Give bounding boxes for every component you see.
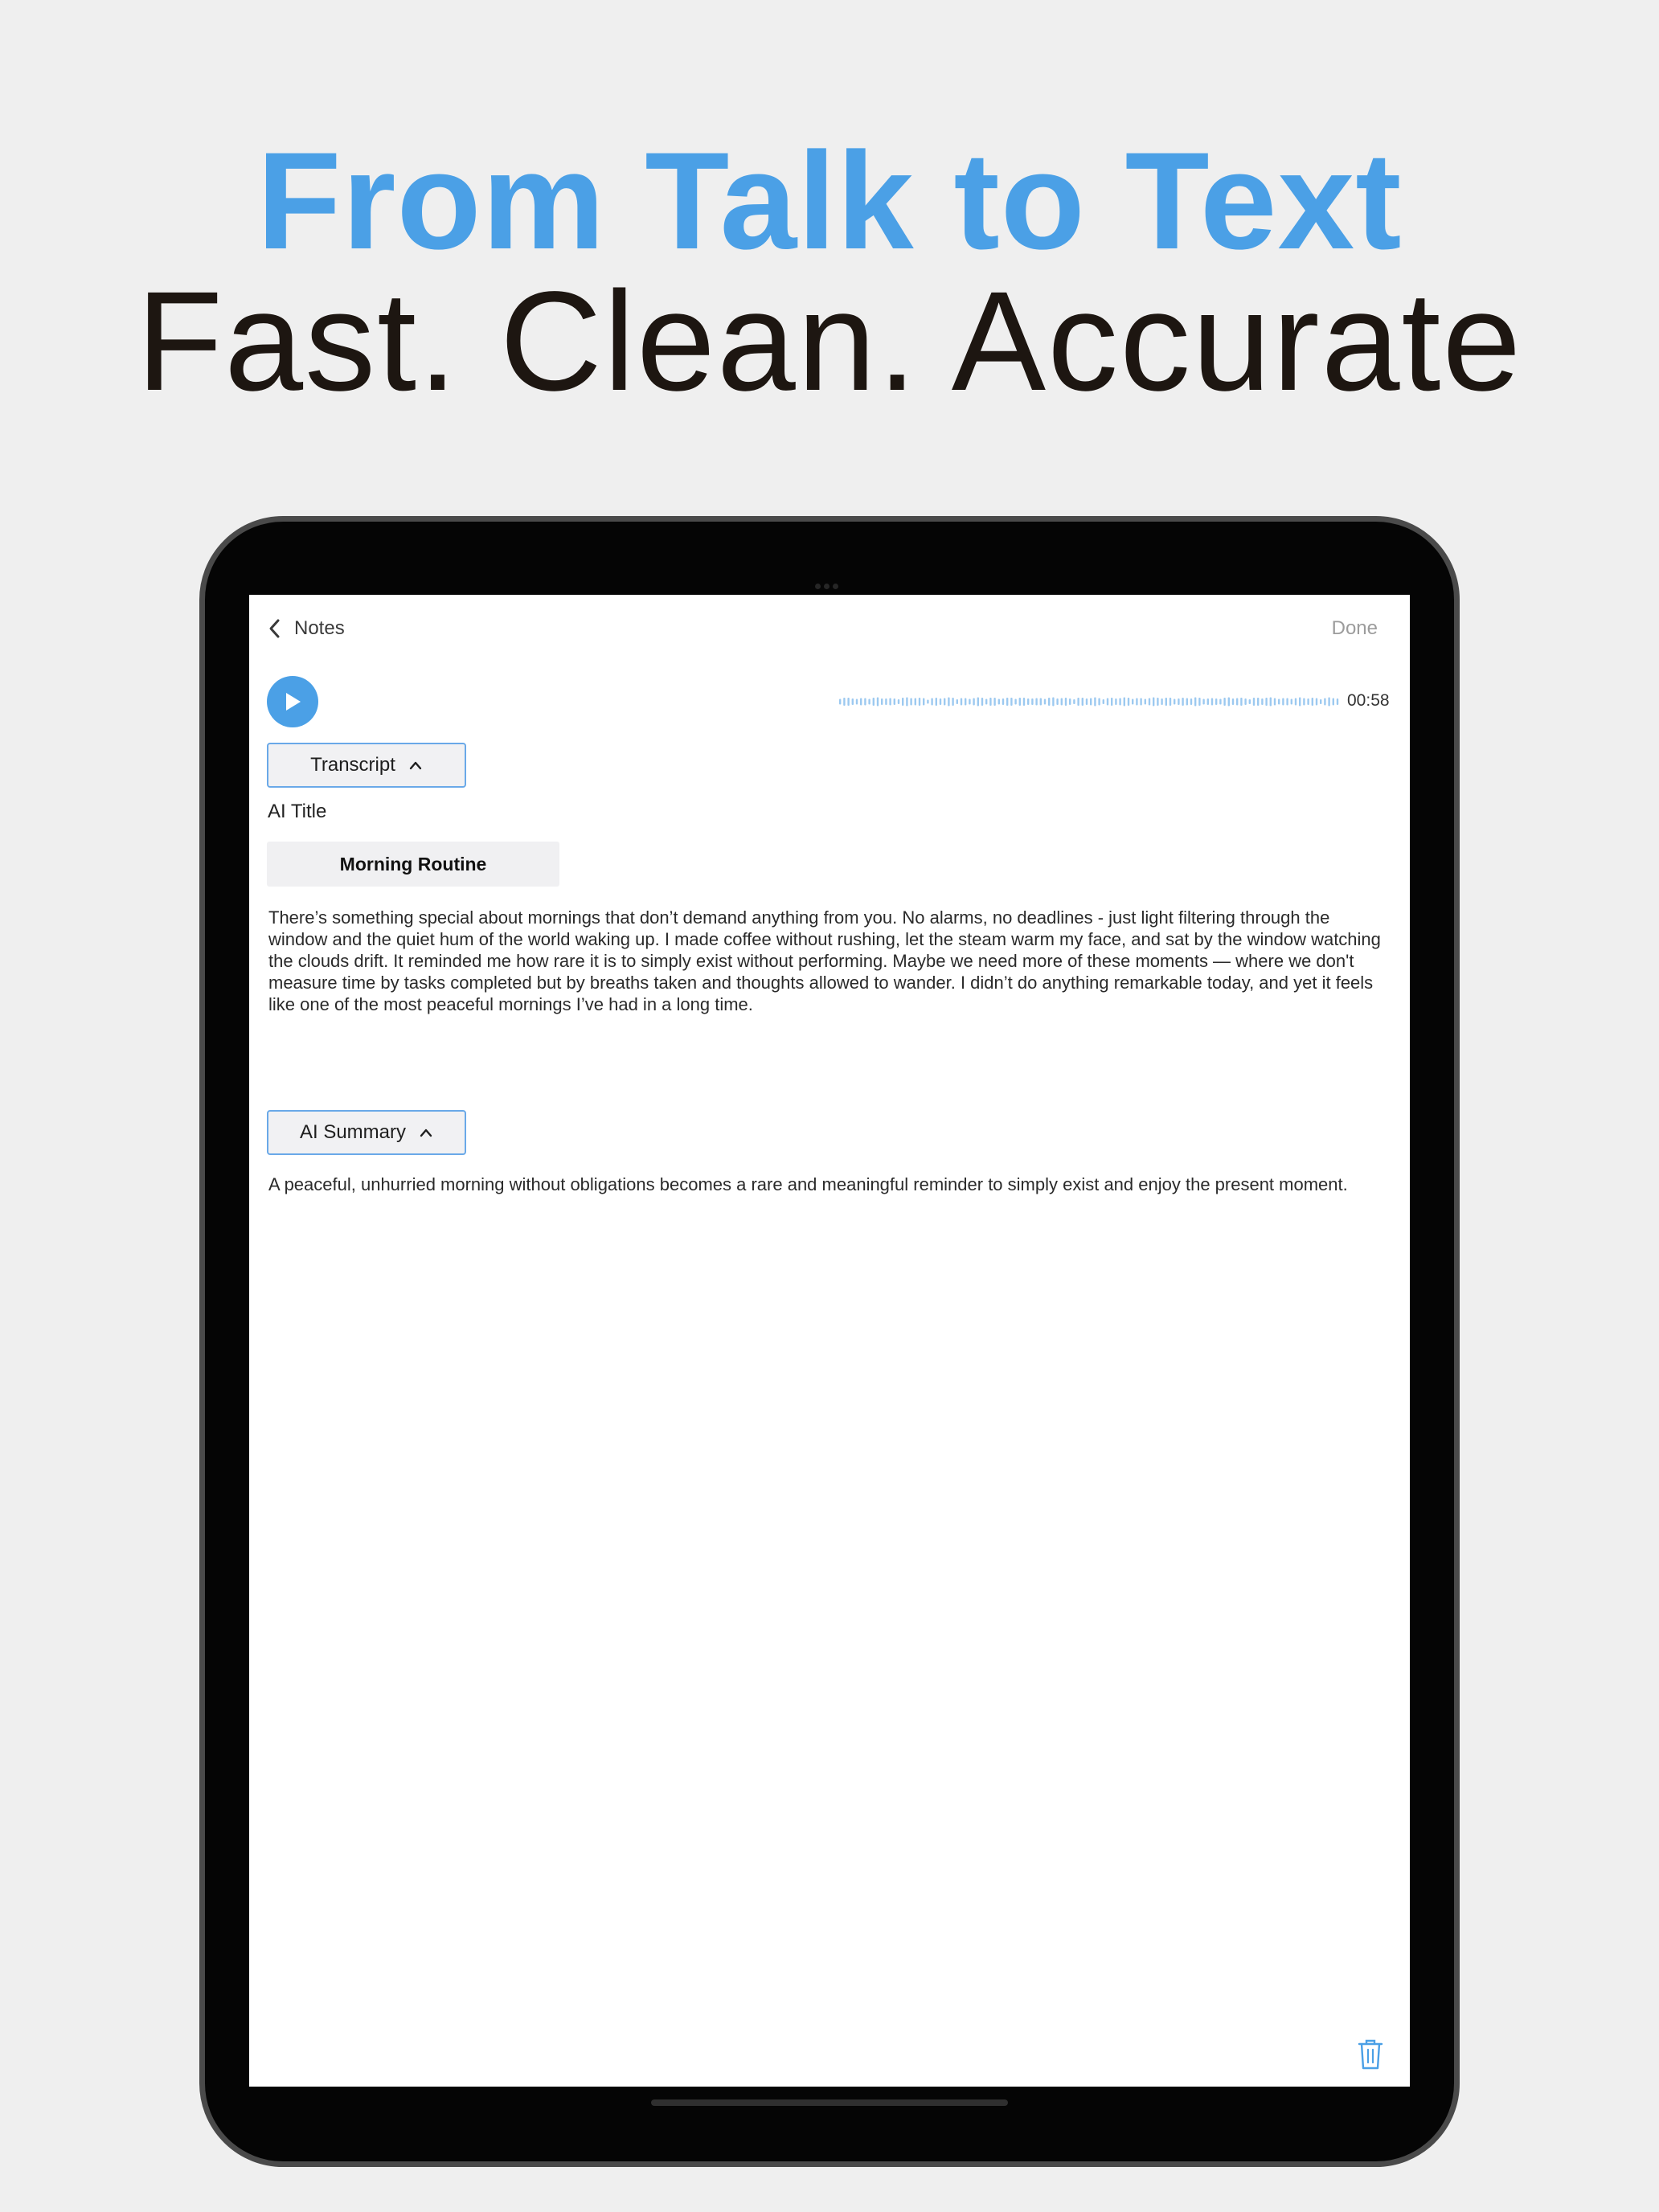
transcript-toggle[interactable]: Transcript: [267, 743, 466, 788]
summary-text: A peaceful, unhurried morning without ob…: [268, 1174, 1348, 1194]
back-button-label: Notes: [294, 617, 345, 639]
chevron-left-icon: [269, 619, 280, 638]
transcript-text: There’s something special about mornings…: [268, 907, 1381, 1014]
back-button[interactable]: Notes: [267, 612, 345, 645]
home-indicator: [651, 2099, 1008, 2106]
chevron-up-icon: [420, 1129, 432, 1137]
camera-dots: [815, 579, 842, 589]
chevron-up-icon: [409, 761, 422, 770]
play-button[interactable]: [267, 676, 318, 727]
ai-title-label: AI Title: [268, 801, 327, 822]
done-button[interactable]: Done: [1332, 617, 1378, 640]
waveform[interactable]: [836, 690, 1350, 714]
transcript-toggle-label: Transcript: [310, 754, 395, 776]
duration-label: 00:58: [1347, 691, 1390, 710]
trash-icon[interactable]: [1357, 2038, 1384, 2071]
app-screen: Notes Done 00:58 Transcript AI Title Mor…: [249, 595, 1410, 2087]
play-icon: [286, 693, 301, 711]
marketing-subheadline: Fast. Clean. Accurate: [136, 263, 1523, 420]
summary-toggle-label: AI Summary: [299, 1121, 407, 1143]
ai-title-value: Morning Routine: [339, 853, 487, 875]
ai-title-field[interactable]: Morning Routine: [267, 842, 559, 887]
summary-toggle[interactable]: AI Summary: [267, 1110, 466, 1155]
